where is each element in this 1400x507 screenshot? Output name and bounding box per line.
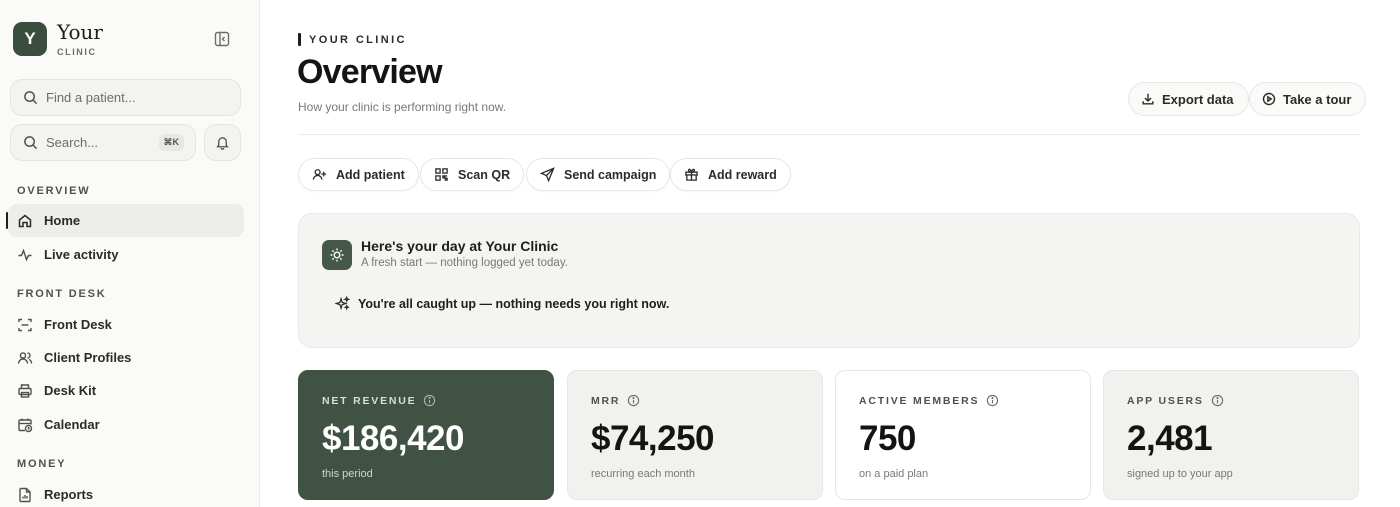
search-icon [24,136,38,150]
stat-note: signed up to your app [1127,468,1233,480]
take-tour-button[interactable]: Take a tour [1249,82,1367,116]
scan-icon [18,318,32,331]
printer-icon [18,383,32,398]
sidebar-item-label: Desk Kit [44,383,97,398]
sidebar-item-label: Front Desk [44,317,112,332]
stat-card-mrr[interactable]: MRR $74,250 recurring each month [567,370,823,500]
export-data-label: Export data [1162,91,1234,107]
stat-card-net-revenue[interactable]: NET REVENUE $186,420 this period [298,370,554,500]
take-tour-label: Take a tour [1283,91,1352,107]
caught-up-text: You're all caught up — nothing needs you… [358,296,670,311]
notifications-button[interactable] [204,124,241,161]
sidebar-item-client-profiles[interactable]: Client Profiles [8,341,244,374]
sidebar-item-label: Live activity [44,247,119,262]
day-card-title: Here's your day at Your Clinic [361,238,559,254]
sidebar-item-live-activity[interactable]: Live activity [8,238,244,271]
stat-value: 2,481 [1127,419,1213,458]
search-input[interactable]: Search... ⌘K [10,124,196,161]
sidebar-item-calendar[interactable]: Calendar [8,408,244,441]
stat-note: this period [322,468,373,480]
download-icon [1142,93,1154,105]
add-patient-label: Add patient [336,167,405,182]
stat-note: recurring each month [591,468,695,480]
sidebar-item-front-desk[interactable]: Front Desk [8,308,244,341]
header-divider [298,134,1360,135]
search-icon [24,91,38,105]
stat-label: NET REVENUE [322,394,417,407]
stat-value: $186,420 [322,419,464,458]
scan-qr-button[interactable]: Scan QR [420,158,525,191]
bell-icon [216,137,229,150]
stat-value: $74,250 [591,419,715,458]
search-placeholder: Search... [46,135,99,150]
info-icon[interactable] [1211,394,1224,407]
day-summary-card: Here's your day at Your Clinic A fresh s… [298,213,1360,348]
page-title: Overview [297,53,443,91]
section-label-overview: OVERVIEW [17,185,91,197]
section-label-front-desk: FRONT DESK [17,288,107,300]
brand-name: Your [57,20,103,44]
stat-card-active-members[interactable]: ACTIVE MEMBERS 750 on a paid plan [835,370,1091,500]
find-patient-placeholder: Find a patient... [46,90,136,105]
search-shortcut-badge: ⌘K [158,134,184,151]
brand[interactable]: Y Your CLINIC [13,21,103,57]
home-icon [18,214,32,227]
send-campaign-button[interactable]: Send campaign [526,158,671,191]
page-subtitle: How your clinic is performing right now. [298,100,507,114]
eyebrow-text: YOUR CLINIC [309,33,407,46]
stat-label: MRR [591,394,621,407]
stat-value: 750 [859,419,916,458]
users-icon [17,351,33,364]
sidebar-collapse-icon[interactable] [213,30,231,48]
stat-card-app-users[interactable]: APP USERS 2,481 signed up to your app [1103,370,1359,500]
add-patient-button[interactable]: Add patient [298,158,419,191]
export-data-button[interactable]: Export data [1128,82,1249,116]
play-circle-icon [1262,92,1276,106]
sidebar-item-label: Home [44,213,81,228]
report-icon [19,487,31,502]
clinic-logo: Y [13,22,47,56]
send-icon [540,167,555,182]
qr-code-icon [435,168,448,181]
gift-icon [685,168,698,181]
sidebar-item-label: Reports [44,487,94,502]
sun-icon [322,240,352,270]
sidebar-item-home[interactable]: Home [6,204,244,237]
eyebrow-bar [298,33,301,46]
sidebar-item-label: Calendar [44,417,100,432]
scan-qr-label: Scan QR [458,167,511,182]
add-reward-button[interactable]: Add reward [670,158,791,191]
sparkles-icon [335,296,350,311]
caught-up-status: You're all caught up — nothing needs you… [335,296,669,311]
calendar-clock-icon [18,418,33,432]
info-icon[interactable] [986,394,999,407]
info-icon[interactable] [423,394,436,407]
add-reward-label: Add reward [708,167,777,182]
sidebar-item-label: Client Profiles [44,350,132,365]
day-card-subtitle: A fresh start — nothing logged yet today… [361,257,568,269]
info-icon[interactable] [627,394,640,407]
sidebar: Y Your CLINIC Find a patient... Search..… [0,0,260,507]
sidebar-item-desk-kit[interactable]: Desk Kit [8,374,244,407]
send-campaign-label: Send campaign [564,167,657,182]
stat-label: APP USERS [1127,394,1204,407]
stat-note: on a paid plan [859,468,929,480]
section-label-money: MONEY [17,458,67,470]
activity-icon [18,247,32,261]
stat-label: ACTIVE MEMBERS [859,394,980,407]
brand-sub: CLINIC [57,47,97,57]
page-eyebrow: YOUR CLINIC [298,33,407,46]
user-plus-icon [312,169,327,180]
sidebar-item-reports[interactable]: Reports [8,478,244,507]
find-patient-input[interactable]: Find a patient... [10,79,241,116]
